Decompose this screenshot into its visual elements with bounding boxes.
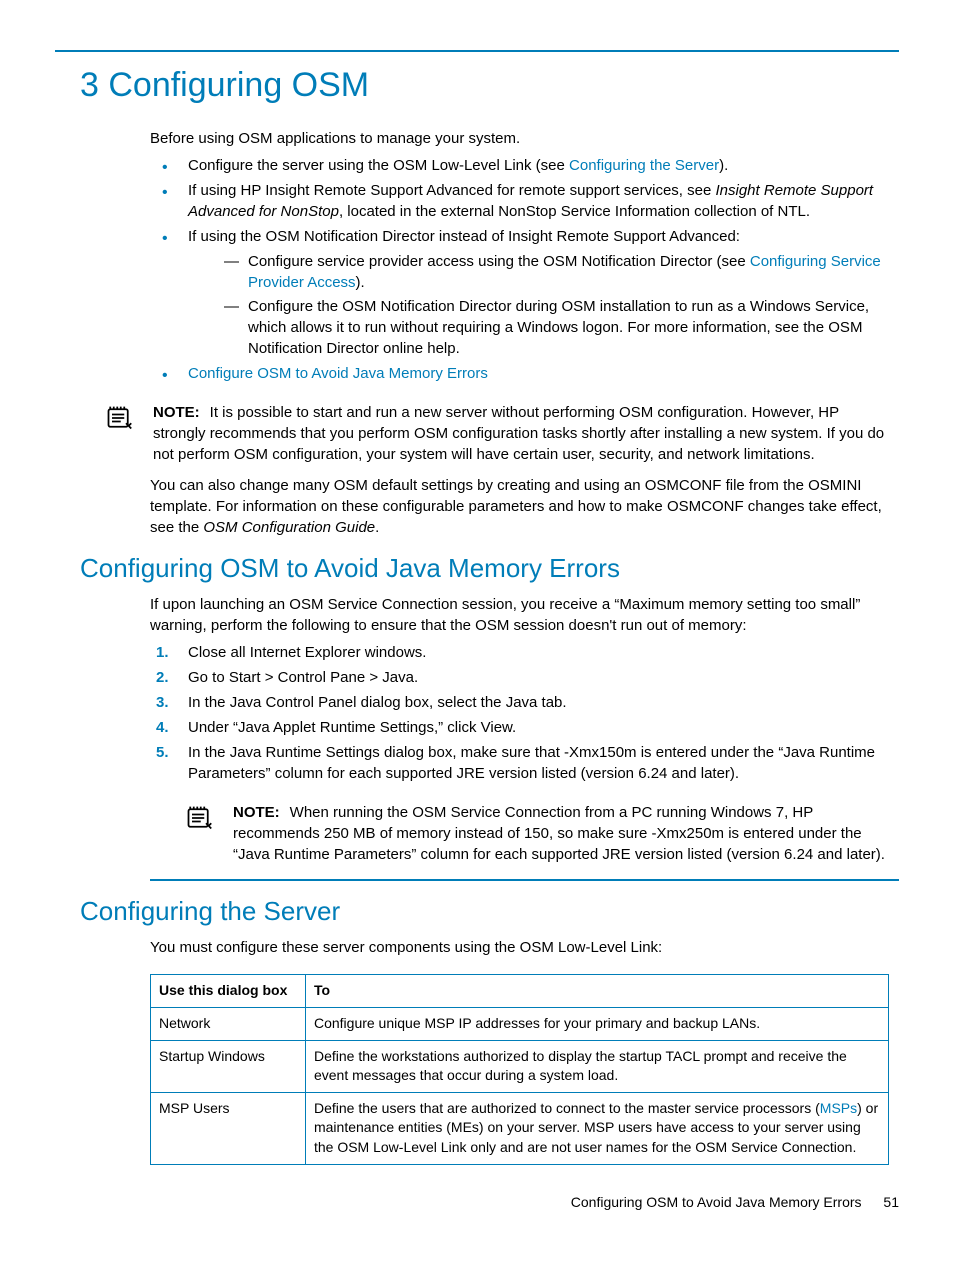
bullet-configure-server: Configure the server using the OSM Low-L… — [150, 155, 889, 176]
italic-text: OSM Configuration Guide — [203, 519, 375, 536]
server-config-table: Use this dialog box To Network Configure… — [150, 974, 889, 1164]
cell-desc: Configure unique MSP IP addresses for yo… — [305, 1007, 888, 1040]
note-block-1: NOTE:It is possible to start and run a n… — [55, 402, 899, 465]
note-body: It is possible to start and run a new se… — [153, 404, 884, 463]
step-4: Under “Java Applet Runtime Settings,” cl… — [150, 717, 889, 738]
table-header-row: Use this dialog box To — [151, 975, 889, 1008]
sub-list: Configure service provider access using … — [218, 251, 889, 359]
chapter-title: 3 Configuring OSM — [80, 62, 899, 110]
chapter-top-rule — [55, 50, 899, 52]
note-label: NOTE: — [233, 804, 280, 821]
page-footer: Configuring OSM to Avoid Java Memory Err… — [55, 1193, 899, 1213]
link-java-memory[interactable]: Configure OSM to Avoid Java Memory Error… — [188, 365, 488, 382]
note-body: When running the OSM Service Connection … — [233, 804, 885, 863]
text: , located in the external NonStop Servic… — [339, 203, 810, 220]
footer-section: Configuring OSM to Avoid Java Memory Err… — [571, 1194, 862, 1210]
text: If using the OSM Notification Director i… — [188, 228, 740, 245]
bullet-notification-director: If using the OSM Notification Director i… — [150, 226, 889, 359]
section-server-intro: You must configure these server componen… — [150, 937, 889, 958]
table-row: Startup Windows Define the workstations … — [151, 1040, 889, 1092]
note-label: NOTE: — [153, 404, 200, 421]
section-server-title: Configuring the Server — [80, 893, 899, 929]
text: ). — [356, 274, 365, 291]
cell-desc: Define the workstations authorized to di… — [305, 1040, 888, 1092]
th-to: To — [305, 975, 888, 1008]
note-block-2: NOTE:When running the OSM Service Connec… — [135, 802, 899, 865]
osmconf-paragraph: You can also change many OSM default set… — [150, 475, 889, 538]
table-row: Network Configure unique MSP IP addresse… — [151, 1007, 889, 1040]
cell-dialog: Network — [151, 1007, 306, 1040]
dash-service-provider: Configure service provider access using … — [218, 251, 889, 293]
step-5: In the Java Runtime Settings dialog box,… — [150, 742, 889, 784]
section-java-memory-title: Configuring OSM to Avoid Java Memory Err… — [80, 550, 899, 586]
text: Configure the server using the OSM Low-L… — [188, 157, 569, 174]
th-dialog: Use this dialog box — [151, 975, 306, 1008]
link-configuring-server[interactable]: Configuring the Server — [569, 157, 719, 174]
text: Configure service provider access using … — [248, 253, 750, 270]
step-3: In the Java Control Panel dialog box, se… — [150, 692, 889, 713]
intro-bullet-list: Configure the server using the OSM Low-L… — [150, 155, 889, 384]
bullet-java-memory: Configure OSM to Avoid Java Memory Error… — [150, 363, 889, 384]
note-icon — [185, 804, 225, 838]
steps-list: Close all Internet Explorer windows. Go … — [150, 642, 889, 784]
table-row: MSP Users Define the users that are auth… — [151, 1092, 889, 1164]
page-number: 51 — [883, 1194, 899, 1210]
intro-paragraph: Before using OSM applications to manage … — [150, 128, 889, 149]
cell-desc: Define the users that are authorized to … — [305, 1092, 888, 1164]
cell-dialog: Startup Windows — [151, 1040, 306, 1092]
note-icon — [105, 404, 145, 438]
bullet-insight-remote: If using HP Insight Remote Support Advan… — [150, 180, 889, 222]
text: ). — [719, 157, 728, 174]
note-content: NOTE:It is possible to start and run a n… — [153, 402, 889, 465]
step-2: Go to Start > Control Pane > Java. — [150, 667, 889, 688]
link-msps[interactable]: MSPs — [820, 1100, 857, 1116]
cell-dialog: MSP Users — [151, 1092, 306, 1164]
note-content: NOTE:When running the OSM Service Connec… — [233, 802, 889, 865]
step-1: Close all Internet Explorer windows. — [150, 642, 889, 663]
section-rule — [150, 879, 899, 881]
dash-windows-service: Configure the OSM Notification Director … — [218, 296, 889, 359]
text: If using HP Insight Remote Support Advan… — [188, 182, 716, 199]
section-java-memory-intro: If upon launching an OSM Service Connect… — [150, 594, 889, 636]
text: Define the users that are authorized to … — [314, 1100, 820, 1116]
text: . — [375, 519, 379, 536]
